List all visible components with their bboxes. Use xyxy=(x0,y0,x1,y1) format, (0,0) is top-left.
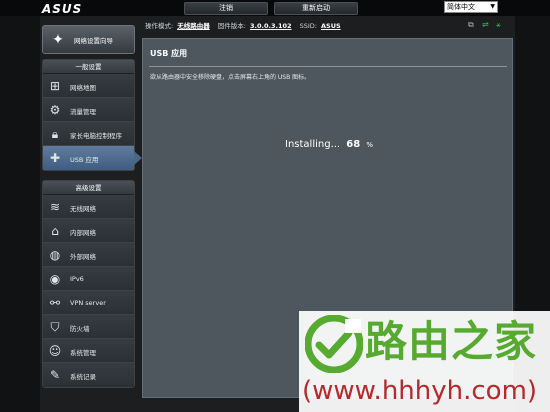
quick-setup-button[interactable]: ✦ 网络设置向导 xyxy=(42,25,135,54)
nav-label: 防火墙 xyxy=(70,325,90,333)
ssid-label: SSID: xyxy=(299,22,317,30)
nav-network-map[interactable]: ⊞ 网络地图 xyxy=(43,74,134,98)
nav-label: 家长电脑控制程序 xyxy=(70,132,122,140)
progress-unit: % xyxy=(366,141,374,149)
network-status-icon[interactable]: ⧉ xyxy=(468,20,474,30)
progress-percent: 68 xyxy=(346,139,361,150)
advanced-section: 高级设置 ≋ 无线网络 ⌂ 内部网络 ◍ 外部网络 ◉ IPv6 ⚯ VPN s… xyxy=(42,180,135,388)
watermark-brand: 路由之家 xyxy=(365,317,538,366)
nav-label: USB 应用 xyxy=(70,156,99,164)
chevron-down-icon: ▼ xyxy=(490,3,495,10)
nav-label: 流量管理 xyxy=(70,108,96,116)
home-icon: ⌂ xyxy=(51,224,59,238)
page-title: USB 应用 xyxy=(150,49,188,58)
nav-vpn-server[interactable]: ⚯ VPN server xyxy=(43,291,134,315)
network-map-icon: ⊞ xyxy=(49,79,61,93)
language-select[interactable]: 简体中文 ▼ xyxy=(444,1,498,13)
usb-status-icon[interactable]: ⚹ xyxy=(496,20,501,30)
internet-status-icon[interactable]: ⇌ xyxy=(482,20,489,30)
ipv6-globe-icon: ◉ xyxy=(49,272,61,286)
usb-description: 欲从路由器中安全移除硬盘，点击屏幕右上角的 USB 图标。 xyxy=(150,74,311,81)
general-section: 一般设置 ⊞ 网络地图 ⚙ 流量管理 🔒︎ 家长电脑控制程序 ✚ USB 应用 xyxy=(42,59,142,171)
nav-label: VPN server xyxy=(70,299,106,307)
admin-user-icon: ☺ xyxy=(48,344,62,358)
vpn-icon: ⚯ xyxy=(49,296,61,310)
status-icons: ⧉ ⇌ ⚹ xyxy=(466,20,506,32)
quick-setup-label: 网络设置向导 xyxy=(74,37,113,45)
puzzle-icon: ✚ xyxy=(49,151,61,165)
nav-label: 无线网络 xyxy=(70,205,96,213)
wireless-icon: ≋ xyxy=(49,200,61,214)
top-bar: ASUS 注销 重新启动 简体中文 ▼ xyxy=(0,0,550,16)
traffic-manager-icon: ⚙ xyxy=(49,103,61,117)
watermark: 路由之家 (www.hhhyh.com) xyxy=(299,311,550,412)
nav-administration[interactable]: ☺ 系统管理 xyxy=(43,339,134,363)
nav-system-log[interactable]: ✎ 系统记录 xyxy=(43,363,134,387)
nav-ipv6[interactable]: ◉ IPv6 xyxy=(43,267,134,291)
nav-firewall[interactable]: ⛉ 防火墙 xyxy=(43,315,134,339)
magic-wand-icon: ✦ xyxy=(52,32,64,48)
mode-label: 操作模式: xyxy=(145,22,174,30)
install-progress: Installing... 68 % xyxy=(285,139,373,150)
reboot-button[interactable]: 重新启动 xyxy=(274,2,358,15)
mode-value-link[interactable]: 无线路由器 xyxy=(177,22,210,30)
asus-logo: ASUS xyxy=(42,2,83,16)
logout-button[interactable]: 注销 xyxy=(184,2,268,15)
ssid-value-link[interactable]: ASUS xyxy=(321,22,341,30)
status-row: 操作模式: 无线路由器 固件版本: 3.0.0.3.102 SSID: ASUS xyxy=(145,20,341,32)
nav-label: 网络地图 xyxy=(70,84,96,92)
watermark-url: (www.hhhyh.com) xyxy=(302,376,538,406)
language-value: 简体中文 xyxy=(447,3,475,11)
general-section-header: 一般设置 xyxy=(43,60,134,74)
log-icon: ✎ xyxy=(49,368,61,382)
page-margin-left xyxy=(0,0,40,412)
nav-parental-control[interactable]: 🔒︎ 家长电脑控制程序 xyxy=(43,122,134,146)
advanced-section-header: 高级设置 xyxy=(43,181,134,195)
nav-wireless[interactable]: ≋ 无线网络 xyxy=(43,195,134,219)
globe-icon: ◍ xyxy=(49,248,61,262)
installing-text: Installing... xyxy=(285,139,341,150)
nav-label: IPv6 xyxy=(70,275,84,283)
firmware-label: 固件版本: xyxy=(217,22,246,30)
nav-label: 内部网络 xyxy=(70,229,96,237)
lock-icon: 🔒︎ xyxy=(51,127,59,141)
shield-icon: ⛉ xyxy=(50,320,60,334)
firmware-value-link[interactable]: 3.0.0.3.102 xyxy=(250,22,292,30)
title-divider xyxy=(149,66,507,67)
nav-traffic-manager[interactable]: ⚙ 流量管理 xyxy=(43,98,134,122)
watermark-logo-icon xyxy=(305,315,363,373)
nav-usb-application[interactable]: ✚ USB 应用 xyxy=(43,146,142,170)
nav-label: 外部网络 xyxy=(70,253,96,261)
nav-lan[interactable]: ⌂ 内部网络 xyxy=(43,219,134,243)
nav-label: 系统管理 xyxy=(70,349,96,357)
nav-label: 系统记录 xyxy=(70,373,96,381)
nav-wan[interactable]: ◍ 外部网络 xyxy=(43,243,134,267)
